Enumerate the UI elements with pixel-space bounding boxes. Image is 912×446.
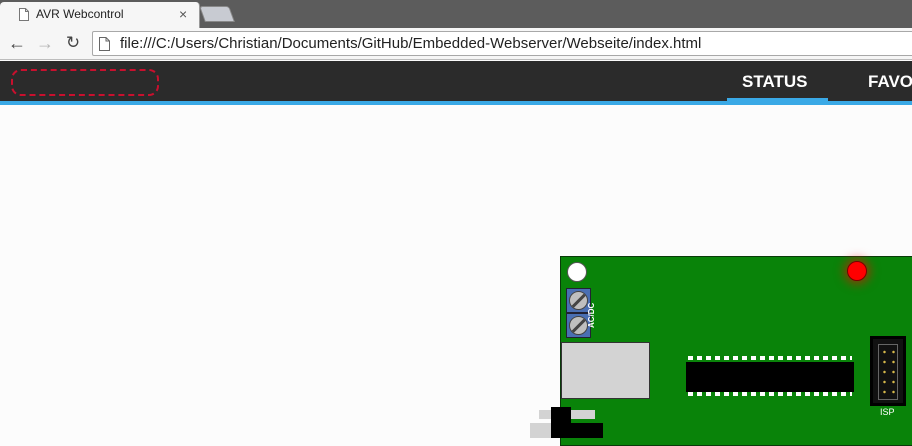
isp-header [870, 336, 906, 406]
browser-tab-strip: AVR Webcontrol × [0, 0, 912, 28]
forward-arrow-icon[interactable]: → [34, 32, 56, 54]
logo-placeholder[interactable] [11, 69, 159, 96]
power-label: AC/DC [587, 302, 596, 328]
microcontroller-chip [686, 362, 854, 392]
status-led[interactable] [847, 261, 867, 281]
screw-icon [569, 316, 588, 335]
close-icon[interactable]: × [179, 6, 187, 22]
isp-label: ISP [880, 407, 895, 417]
power-indicator [567, 262, 587, 282]
chip-pins-top [688, 356, 852, 360]
url-text: file:///C:/Users/Christian/Documents/Git… [120, 35, 702, 52]
tab-title: AVR Webcontrol [36, 7, 124, 21]
back-arrow-icon[interactable]: ← [6, 32, 28, 54]
isp-pins [878, 344, 898, 400]
chip-pins-bottom [688, 392, 852, 396]
connector-housing-lower [530, 423, 552, 438]
browser-tab-active[interactable]: AVR Webcontrol × [0, 2, 200, 28]
page-icon [19, 8, 29, 21]
document-icon [99, 37, 110, 51]
reload-icon[interactable]: ↻ [62, 32, 84, 54]
address-bar[interactable]: file:///C:/Users/Christian/Documents/Git… [92, 31, 912, 56]
power-jack [561, 342, 650, 399]
nav-link-status[interactable]: STATUS [742, 72, 807, 92]
new-tab-button[interactable] [199, 6, 235, 22]
browser-toolbar: ← → ↻ file:///C:/Users/Christian/Documen… [0, 28, 912, 60]
site-header: STATUS FAVO [0, 61, 912, 102]
nav-link-favorites[interactable]: FAVO [868, 72, 912, 92]
screw-icon [569, 291, 588, 310]
connector-body-lower [551, 423, 603, 438]
